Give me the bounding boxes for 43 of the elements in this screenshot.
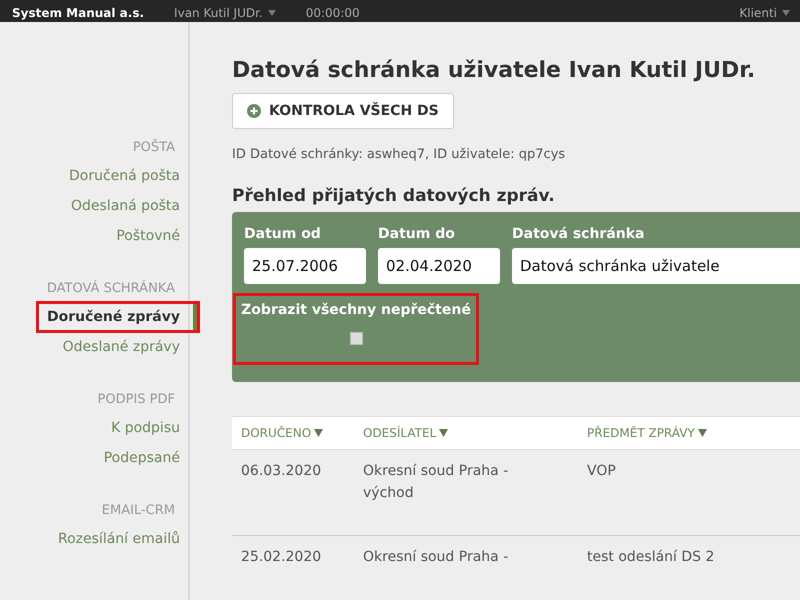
- column-header[interactable]: ODESÍLATEL: [363, 426, 587, 440]
- sidebar-heading: PODPIS PDF: [98, 392, 176, 407]
- clients-menu[interactable]: Klienti: [739, 6, 790, 20]
- sidebar-item[interactable]: Odeslané zprávy: [54, 334, 197, 360]
- page-title: Datová schránka uživatele Ivan Kutil JUDr.: [232, 58, 756, 83]
- filter-label: Zobrazit všechny nepřečtené: [241, 302, 471, 318]
- filter-label: Datum do: [378, 226, 456, 242]
- mailbox-select[interactable]: Datová schránka uživatele: [512, 248, 800, 284]
- timer: 00:00:00: [306, 6, 360, 20]
- sidebar-heading: POŠTA: [132, 140, 176, 155]
- sidebar-item[interactable]: Poštovné: [108, 223, 197, 249]
- sort-down-icon: [314, 429, 324, 437]
- sidebar-item[interactable]: Doručená pošta: [60, 163, 197, 189]
- table-cell-text: VOP: [587, 462, 617, 481]
- sidebar-heading: DATOVÁ SCHRÁNKA: [46, 281, 176, 296]
- company-name: System Manual a.s.: [12, 6, 144, 20]
- section-title: Přehled přijatých datových zpráv.: [232, 186, 556, 206]
- sidebar-item[interactable]: Doručené zprávy: [38, 304, 197, 330]
- table-cell-text: test odeslání DS 2: [587, 548, 716, 567]
- caret-icon: [268, 10, 276, 16]
- date-field[interactable]: 02.04.2020: [378, 248, 500, 284]
- table-cell-text: Okresní soud Praha - východ: [363, 462, 510, 503]
- table-cell-text: 25.02.2020: [241, 548, 322, 567]
- user-menu[interactable]: Ivan Kutil JUDr.: [174, 6, 276, 20]
- sort-down-icon: [698, 429, 707, 437]
- column-header[interactable]: PŘEDMĚT ZPRÁVY: [587, 426, 800, 440]
- sidebar-heading: EMAIL-CRM: [102, 503, 176, 518]
- sidebar-item[interactable]: Podepsané: [96, 445, 197, 471]
- sidebar-item[interactable]: Odeslaná pošta: [63, 193, 197, 219]
- sidebar-item[interactable]: K podpisu: [103, 415, 197, 441]
- date-field[interactable]: 25.07.2006: [244, 248, 366, 284]
- filter-label: Datová schránka: [512, 226, 646, 242]
- sort-down-icon: [439, 429, 448, 437]
- mailbox-info: ID Datové schránky: aswheq7, ID uživatele: qp7cys: [232, 147, 566, 162]
- column-header[interactable]: DORUČENO: [241, 426, 363, 440]
- filter-label: Datum od: [244, 226, 322, 242]
- unread-checkbox[interactable]: [350, 332, 362, 345]
- table-cell-text: Okresní soud Praha -: [363, 548, 510, 567]
- sidebar-item[interactable]: Rozesílání emailů: [50, 526, 197, 552]
- table-cell-text: 06.03.2020: [241, 462, 322, 481]
- plus-circle-icon: [247, 104, 261, 118]
- caret-icon: [782, 10, 790, 16]
- check-all-button[interactable]: KONTROLA VŠECH DS: [232, 93, 454, 129]
